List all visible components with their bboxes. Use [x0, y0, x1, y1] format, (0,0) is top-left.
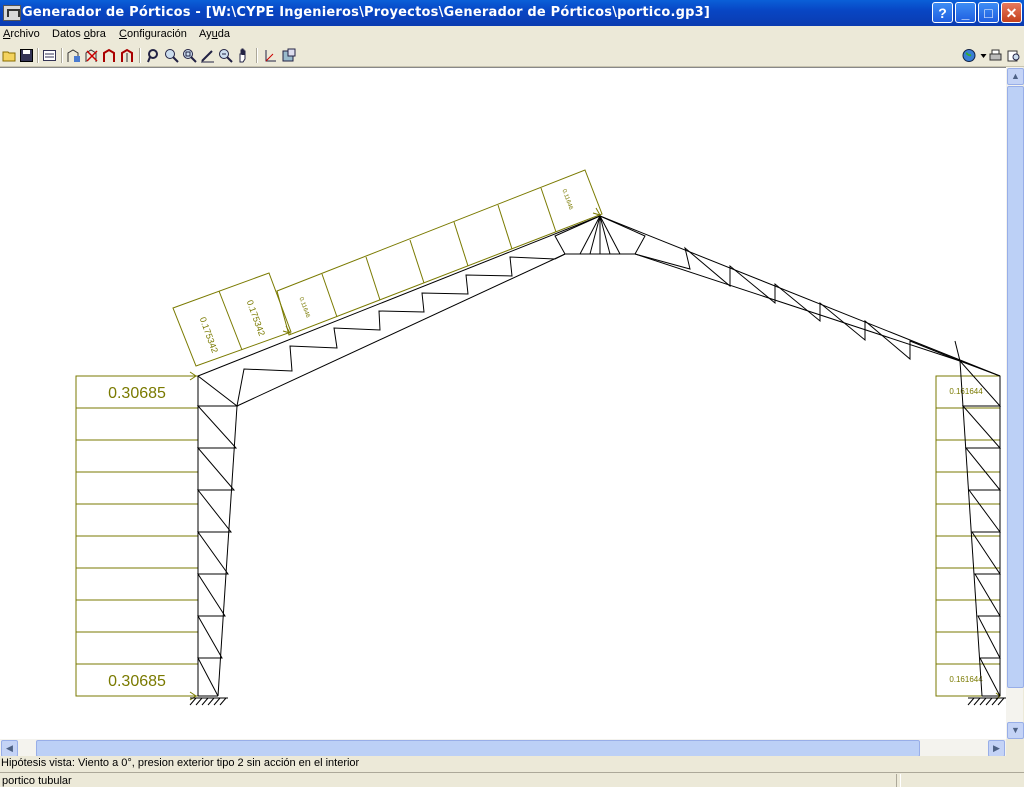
pencil-icon[interactable] — [200, 48, 215, 63]
toolbar — [0, 45, 1024, 67]
horizontal-scrollbar[interactable]: ◀ ▶ — [0, 739, 1006, 757]
drawing-canvas[interactable]: 0.30685 0.30685 0.161644 0.161644 0.1753… — [0, 67, 1006, 740]
scroll-right-icon[interactable]: ▶ — [988, 740, 1005, 757]
hypothesis-status: Hipótesis vista: Viento a 0°, presion ex… — [0, 756, 1024, 772]
vertical-scrollbar[interactable]: ▲ ▼ — [1006, 67, 1024, 739]
toolbar-separator — [256, 48, 258, 63]
preview-icon[interactable] — [1006, 48, 1021, 63]
left-support — [189, 697, 228, 706]
delete-frame-icon[interactable] — [84, 48, 99, 63]
portico-drawing: 0.30685 0.30685 0.161644 0.161644 0.1753… — [75, 169, 1006, 706]
help-button[interactable]: ? — [932, 2, 953, 23]
status-pane-main: portico tubular — [0, 774, 897, 787]
menu-datos-obra[interactable]: Datos obra — [52, 28, 106, 40]
close-button[interactable]: ✕ — [1001, 2, 1022, 23]
apex-truss — [565, 215, 635, 255]
horizontal-scroll-thumb[interactable] — [36, 740, 920, 757]
redraw-icon[interactable] — [146, 48, 161, 63]
right-wind-bottom-label: 0.161644 — [949, 675, 983, 684]
hypothesis-text: Hipótesis vista: Viento a 0°, presion ex… — [1, 757, 360, 769]
toolbar-separator — [61, 48, 63, 63]
menu-ayuda[interactable]: Ayuda — [199, 28, 230, 40]
vertical-scroll-thumb[interactable] — [1007, 86, 1024, 688]
title-bar: Generador de Pórticos - [W:\CYPE Ingenie… — [0, 0, 1024, 26]
maximize-button[interactable]: □ — [978, 2, 999, 23]
menu-archivo[interactable]: Archivo — [3, 28, 40, 40]
right-column-truss — [959, 360, 1002, 697]
scroll-up-icon[interactable]: ▲ — [1007, 68, 1024, 85]
globe-icon[interactable] — [962, 48, 977, 63]
menu-bar: Archivo Datos obra Configuración Ayuda — [0, 26, 1024, 45]
right-wind-top-label: 0.161644 — [949, 387, 983, 396]
left-wind-load — [75, 371, 199, 701]
status-text: portico tubular — [2, 775, 72, 787]
zoom-extents-icon[interactable] — [182, 48, 197, 63]
zoom-out-icon[interactable] — [218, 48, 233, 63]
app-icon[interactable] — [3, 5, 21, 21]
pan-hand-icon[interactable] — [236, 48, 251, 63]
roof-load-label-1: 0.175342 — [198, 316, 220, 355]
left-wind-bottom-label: 0.30685 — [108, 673, 166, 690]
edit-frame-icon[interactable] — [102, 48, 117, 63]
right-support — [967, 697, 1006, 706]
status-pane-secondary — [900, 774, 1024, 787]
properties-icon[interactable] — [42, 48, 57, 63]
roof-load-label-3: 0.11646 — [297, 297, 310, 320]
scroll-down-icon[interactable]: ▼ — [1007, 722, 1024, 739]
roof-load-label-2: 0.175342 — [245, 299, 267, 338]
left-column-truss — [196, 375, 239, 697]
window-title: Generador de Pórticos - [W:\CYPE Ingenie… — [22, 5, 711, 20]
toolbar-separator — [37, 48, 39, 63]
open-icon[interactable] — [2, 48, 17, 63]
save-icon[interactable] — [19, 48, 34, 63]
axes-icon[interactable] — [263, 48, 278, 63]
zoom-window-icon[interactable] — [164, 48, 179, 63]
export-icon[interactable] — [281, 48, 296, 63]
roof-truss-right — [599, 215, 1001, 377]
roof-load-label-4: 0.11646 — [560, 189, 573, 212]
scrollbar-corner — [1006, 739, 1024, 756]
toolbar-separator — [139, 48, 141, 63]
right-wind-load — [935, 375, 1001, 700]
menu-configuracion[interactable]: Configuración — [119, 28, 187, 40]
scroll-left-icon[interactable]: ◀ — [1, 740, 18, 757]
print-icon[interactable] — [988, 48, 1003, 63]
frame-icon[interactable] — [66, 48, 81, 63]
left-wind-top-label: 0.30685 — [108, 385, 166, 402]
loads-icon[interactable] — [120, 48, 135, 63]
status-bar: portico tubular — [0, 772, 1024, 787]
minimize-button[interactable]: _ — [955, 2, 976, 23]
globe-dropdown-icon[interactable] — [976, 48, 987, 63]
